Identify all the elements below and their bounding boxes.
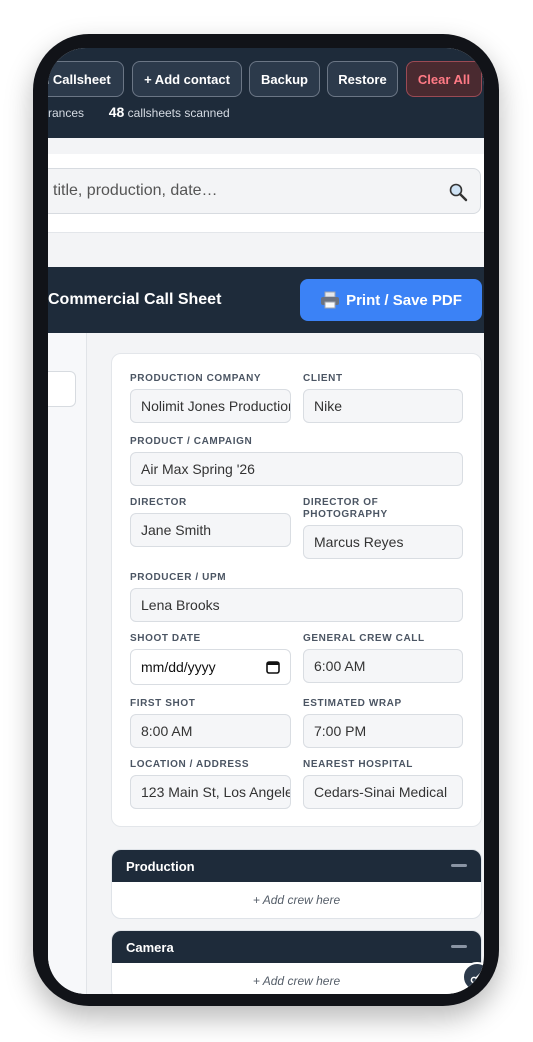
key-icon [470, 971, 483, 984]
search-strip [48, 154, 484, 233]
print-pdf-button[interactable]: Print / Save PDF [300, 279, 482, 321]
scanned-count: 48 [108, 104, 125, 120]
first-shot-field[interactable]: 8:00 AM [130, 714, 291, 748]
shoot-date-label: SHOOT DATE [130, 633, 201, 644]
add-callsheet-button[interactable]: d Callsheet [48, 61, 124, 97]
director-field[interactable]: Jane Smith [130, 513, 291, 547]
floating-action-button[interactable] [462, 962, 484, 992]
first-shot-label: FIRST SHOT [130, 698, 196, 709]
producer-field[interactable]: Lena Brooks [130, 588, 463, 622]
client-field[interactable]: Nike [303, 389, 463, 423]
client-label: CLIENT [303, 373, 343, 384]
section-camera: Camera + Add crew here [111, 930, 482, 994]
add-crew-link[interactable]: + Add crew here [112, 882, 481, 918]
stats-line: rances 48 callsheets scanned [48, 104, 230, 120]
wrap-label: ESTIMATED WRAP [303, 698, 402, 709]
section-title: Camera [126, 939, 174, 955]
search-icon[interactable] [448, 182, 468, 202]
hospital-field[interactable]: Cedars-Sinai Medical [303, 775, 463, 809]
production-company-field[interactable]: Nolimit Jones Productions [130, 389, 291, 423]
left-panel [48, 333, 87, 994]
printer-icon [321, 291, 340, 309]
dop-field[interactable]: Marcus Reyes [303, 525, 463, 559]
director-label: DIRECTOR [130, 497, 187, 508]
shoot-date-value: mm/dd/yyyy [141, 659, 216, 675]
search-box [48, 168, 481, 214]
dop-label: DIRECTOR OF PHOTOGRAPHY [303, 497, 388, 521]
collapse-icon[interactable] [451, 864, 467, 867]
search-input[interactable] [48, 169, 429, 213]
product-label: PRODUCT / CAMPAIGN [130, 436, 253, 447]
product-field[interactable]: Air Max Spring '26 [130, 452, 463, 486]
page-title: Commercial Call Sheet [48, 291, 222, 308]
hospital-label: NEAREST HOSPITAL [303, 759, 413, 770]
restore-button[interactable]: Restore [327, 61, 398, 97]
section-header-production[interactable]: Production [112, 850, 481, 882]
add-crew-link[interactable]: + Add crew here [112, 963, 481, 994]
calendar-icon[interactable] [266, 660, 280, 674]
backup-button[interactable]: Backup [249, 61, 320, 97]
crew-call-label: GENERAL CREW CALL [303, 633, 425, 644]
add-contact-button[interactable]: + Add contact [132, 61, 242, 97]
section-production: Production + Add crew here [111, 849, 482, 919]
shoot-date-field[interactable]: mm/dd/yyyy [130, 649, 291, 685]
location-field[interactable]: 123 Main St, Los Angeles [130, 775, 291, 809]
callsheet-header: Commercial Call Sheet Print / Save PDF [48, 267, 484, 333]
left-panel-input[interactable] [48, 371, 76, 407]
print-label: Print / Save PDF [346, 291, 462, 309]
wrap-field[interactable]: 7:00 PM [303, 714, 463, 748]
producer-label: PRODUCER / UPM [130, 572, 227, 583]
location-label: LOCATION / ADDRESS [130, 759, 250, 770]
appearances-stat: rances [48, 106, 85, 120]
production-company-label: PRODUCTION COMPANY [130, 373, 262, 384]
collapse-icon[interactable] [451, 945, 467, 948]
top-toolbar: d Callsheet + Add contact Backup Restore… [48, 48, 484, 138]
crew-call-field[interactable]: 6:00 AM [303, 649, 463, 683]
app-screen: d Callsheet + Add contact Backup Restore… [48, 48, 484, 994]
dop-label-line2: PHOTOGRAPHY [303, 509, 388, 520]
dop-label-line1: DIRECTOR OF [303, 497, 379, 508]
clear-all-button[interactable]: Clear All [406, 61, 482, 97]
production-info-card: PRODUCTION COMPANY Nolimit Jones Product… [111, 353, 482, 827]
section-header-camera[interactable]: Camera [112, 931, 481, 963]
section-title: Production [126, 858, 195, 874]
scanned-label: callsheets scanned [127, 106, 230, 120]
